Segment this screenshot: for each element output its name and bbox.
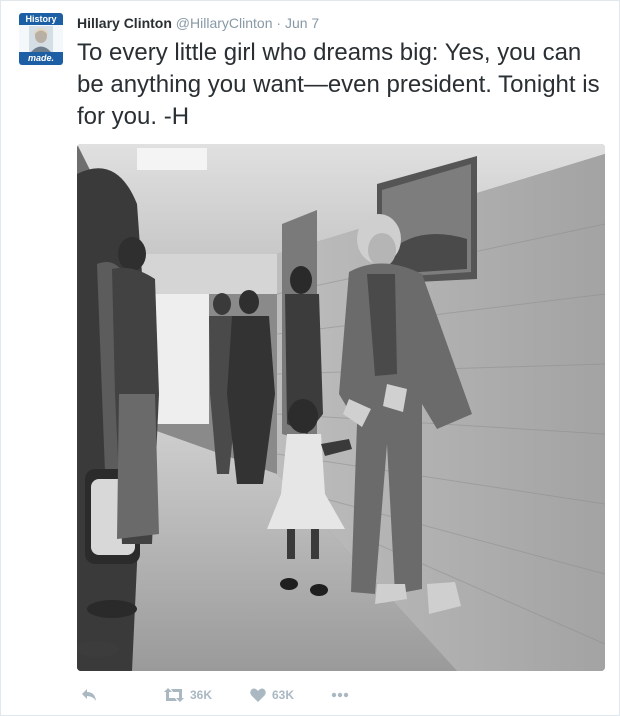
more-icon — [331, 692, 349, 698]
heart-icon — [250, 688, 266, 702]
author-handle[interactable]: @HillaryClinton — [176, 15, 273, 31]
reply-button[interactable] — [81, 683, 97, 707]
tweet-header: Hillary Clinton @HillaryClinton · Jun 7 — [77, 15, 319, 31]
tweet-text: To every little girl who dreams big: Yes… — [77, 39, 600, 130]
avatar[interactable]: History made. — [19, 13, 63, 65]
retweet-count: 36K — [190, 688, 213, 702]
retweet-button[interactable]: 36K — [164, 683, 212, 707]
avatar-banner-top: History — [19, 13, 63, 25]
reply-icon — [82, 689, 96, 701]
tweet-timestamp[interactable]: Jun 7 — [285, 15, 319, 31]
hallway-photo-illustration — [77, 144, 605, 671]
tweet-actions: 36K 63K — [77, 683, 377, 707]
more-button[interactable] — [331, 683, 349, 707]
avatar-photo — [29, 26, 53, 52]
tweet-card: History made. Hillary Clinton @HillaryCl… — [0, 0, 620, 716]
tweet-photo[interactable] — [77, 144, 605, 671]
like-count: 63K — [272, 688, 295, 702]
author-name[interactable]: Hillary Clinton — [77, 15, 172, 31]
retweet-icon — [164, 688, 184, 702]
like-button[interactable]: 63K — [250, 683, 294, 707]
header-separator: · — [276, 15, 282, 31]
avatar-banner-bottom: made. — [19, 52, 63, 65]
